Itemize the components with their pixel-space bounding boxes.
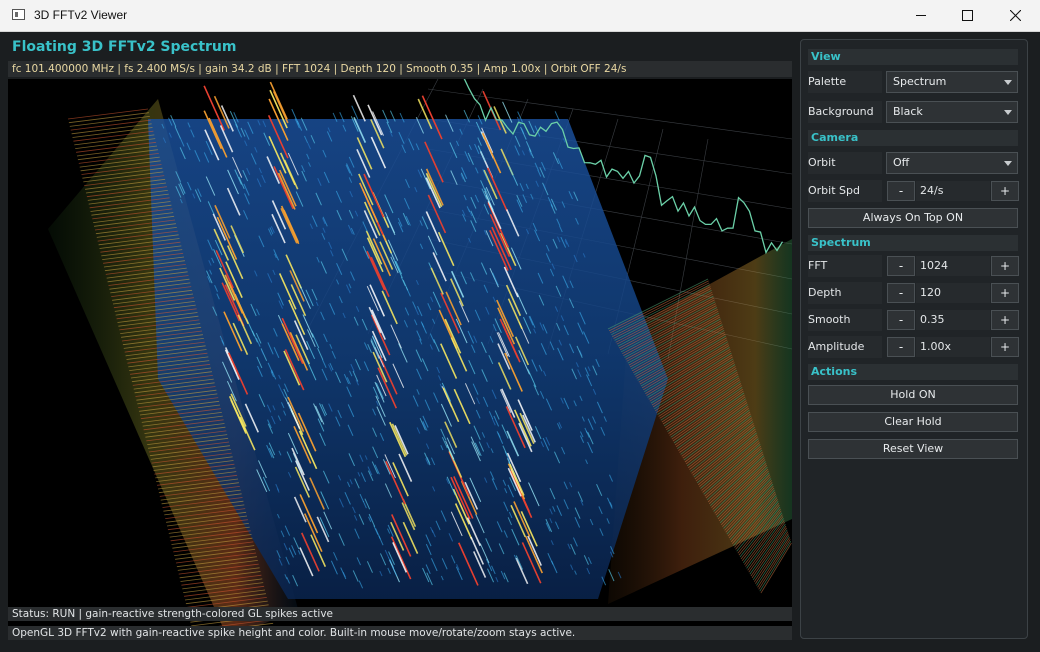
dropdown-arrow-icon — [1004, 80, 1012, 85]
section-actions-title: Actions — [808, 364, 1018, 380]
section-spectrum-title: Spectrum — [808, 235, 1018, 251]
status-description: OpenGL 3D FFTv2 with gain-reactive spike… — [8, 626, 792, 640]
palette-label: Palette — [808, 71, 882, 93]
palette-select[interactable]: Spectrum — [886, 71, 1018, 93]
reset-view-button[interactable]: Reset View — [808, 439, 1018, 459]
hold-button[interactable]: Hold ON — [808, 385, 1018, 405]
window-title: 3D FFTv2 Viewer — [34, 8, 128, 22]
status-line: Status: RUN | gain-reactive strength-col… — [8, 607, 792, 621]
amplitude-value: 1.00x — [916, 337, 990, 357]
maximize-icon — [961, 10, 973, 21]
amplitude-increment-button[interactable]: + — [991, 337, 1019, 357]
gl-spectrum-viewport[interactable] — [8, 79, 792, 638]
orbit-label: Orbit — [808, 152, 882, 174]
smooth-value: 0.35 — [916, 310, 990, 330]
background-label: Background — [808, 101, 882, 123]
info-bar: fc 101.400000 MHz | fs 2.400 MS/s | gain… — [8, 61, 792, 77]
fft-decrement-button[interactable]: - — [887, 256, 915, 276]
main-area: Floating 3D FFTv2 Spectrum fc 101.400000… — [8, 37, 793, 642]
palette-select-value: Spectrum — [893, 75, 947, 88]
page-title: Floating 3D FFTv2 Spectrum — [12, 39, 237, 55]
orbit-speed-label: Orbit Spd — [808, 180, 882, 202]
section-camera-title: Camera — [808, 130, 1018, 146]
spectrum-3d-render — [48, 79, 792, 638]
maximize-button[interactable] — [944, 0, 990, 31]
background-select[interactable]: Black — [886, 101, 1018, 123]
fft-increment-button[interactable]: + — [991, 256, 1019, 276]
smooth-label: Smooth — [808, 309, 882, 331]
smooth-increment-button[interactable]: + — [991, 310, 1019, 330]
orbit-select-value: Off — [893, 156, 910, 169]
amplitude-decrement-button[interactable]: - — [887, 337, 915, 357]
depth-label: Depth — [808, 282, 882, 304]
depth-increment-button[interactable]: + — [991, 283, 1019, 303]
amplitude-label: Amplitude — [808, 336, 882, 358]
orbit-speed-value: 24/s — [916, 181, 990, 201]
close-icon — [1009, 10, 1021, 21]
close-button[interactable] — [992, 0, 1038, 31]
orbit-select[interactable]: Off — [886, 152, 1018, 174]
always-on-top-button[interactable]: Always On Top ON — [808, 208, 1018, 228]
depth-decrement-button[interactable]: - — [887, 283, 915, 303]
app-icon — [12, 9, 25, 20]
dropdown-arrow-icon — [1004, 110, 1012, 115]
minimize-icon — [915, 15, 926, 16]
section-view-title: View — [808, 49, 1018, 65]
depth-value: 120 — [916, 283, 990, 303]
dropdown-arrow-icon — [1004, 161, 1012, 166]
minimize-button[interactable] — [898, 0, 944, 31]
orbit-speed-increment-button[interactable]: + — [991, 181, 1019, 201]
window-titlebar[interactable]: 3D FFTv2 Viewer — [0, 0, 1040, 32]
fft-value: 1024 — [916, 256, 990, 276]
fft-label: FFT — [808, 255, 882, 277]
clear-hold-button[interactable]: Clear Hold — [808, 412, 1018, 432]
orbit-speed-decrement-button[interactable]: - — [887, 181, 915, 201]
smooth-decrement-button[interactable]: - — [887, 310, 915, 330]
background-select-value: Black — [893, 105, 923, 118]
